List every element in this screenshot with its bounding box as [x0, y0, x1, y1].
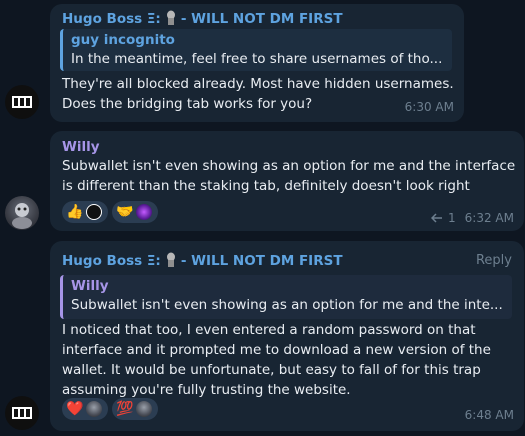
message-bubble[interactable]: Hugo Boss Ξ: - WILL NOT DM FIRST Reply Wi… [50, 241, 524, 431]
sender-name[interactable]: Hugo Boss Ξ: - WILL NOT DM FIRST [62, 10, 343, 27]
reply-quote[interactable]: guy incognito In the meantime, feel free… [60, 29, 452, 71]
avatar[interactable] [5, 196, 39, 230]
reaction-heart[interactable]: ❤️ [62, 398, 108, 420]
statue-icon [166, 10, 175, 25]
sender-title: - WILL NOT DM FIRST [180, 253, 343, 269]
statue-icon [166, 252, 175, 267]
sender-name[interactable]: Hugo Boss Ξ: - WILL NOT DM FIRST [62, 252, 343, 269]
sender-name-text: Hugo Boss Ξ: [62, 253, 161, 269]
reply-sender: guy incognito [71, 32, 175, 48]
message-text: I noticed that too, I even entered a ran… [62, 322, 491, 398]
message-time: 6:30 AM [404, 100, 454, 114]
sender-name[interactable]: Willy [62, 139, 100, 155]
replies-indicator[interactable]: 1 6:32 AM [431, 211, 514, 225]
reply-text: In the meantime, feel free to share user… [71, 51, 443, 67]
thumbs-up-icon: 👍 [66, 204, 84, 220]
hundred-points-icon: 💯 [116, 401, 134, 417]
message-bubble[interactable]: Hugo Boss Ξ: - WILL NOT DM FIRST guy inco… [50, 4, 464, 122]
reactor-avatar [86, 401, 103, 417]
reactor-avatar [86, 204, 103, 220]
reply-arrow-icon [431, 213, 443, 223]
heart-icon: ❤️ [66, 401, 84, 417]
reply-text: Subwallet isn't even showing as an optio… [71, 297, 503, 313]
message-text: Subwallet isn't even showing as an optio… [62, 158, 516, 194]
message-bubble[interactable]: Willy Subwallet isn't even showing as an… [50, 131, 524, 231]
message-text: They're all blocked already. Most have h… [62, 76, 454, 112]
message-time: 6:32 AM [464, 211, 514, 225]
reply-quote[interactable]: Willy Subwallet isn't even showing as an… [60, 275, 512, 319]
sender-name-text: Hugo Boss Ξ: [62, 11, 161, 27]
reply-button[interactable]: Reply [476, 253, 512, 268]
handshake-icon: 🤝 [116, 204, 134, 220]
reactor-avatar [136, 204, 153, 220]
reaction-hundred[interactable]: 💯 [112, 398, 158, 420]
avatar[interactable] [5, 85, 39, 119]
avatar[interactable] [5, 396, 39, 430]
reaction-handshake[interactable]: 🤝 [112, 201, 158, 223]
reply-count: 1 [448, 211, 456, 225]
reactor-avatar [136, 401, 153, 417]
reply-sender: Willy [71, 278, 109, 294]
reaction-thumbs-up[interactable]: 👍 [62, 201, 108, 223]
message-time: 6:48 AM [464, 408, 514, 422]
sender-title: - WILL NOT DM FIRST [180, 11, 343, 27]
